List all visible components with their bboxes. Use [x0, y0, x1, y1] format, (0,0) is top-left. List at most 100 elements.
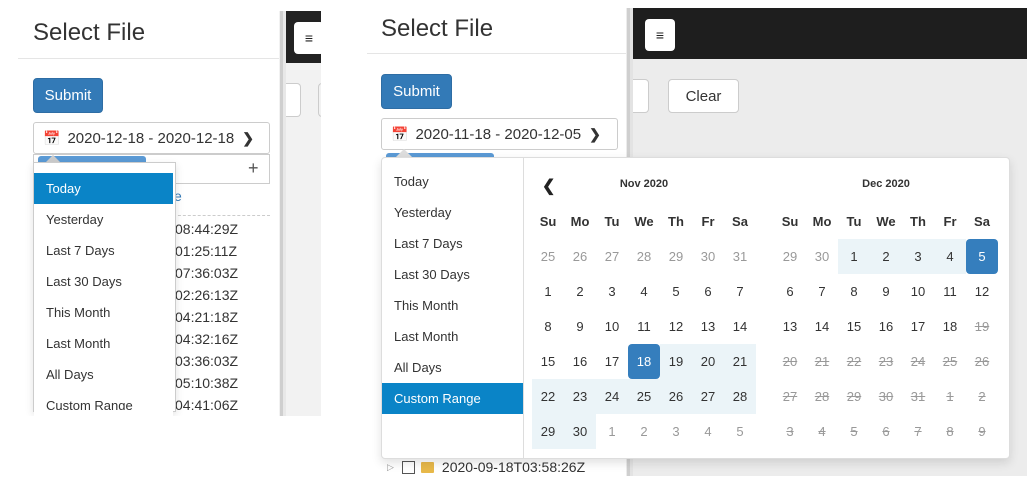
range-item-last-month[interactable]: Last Month: [382, 321, 523, 352]
range-item-last-30-days[interactable]: Last 30 Days: [34, 266, 173, 297]
tree-item-timestamp[interactable]: 04:41:06Z: [175, 397, 238, 413]
plus-icon[interactable]: +: [248, 158, 259, 179]
calendar-day[interactable]: 13: [774, 309, 806, 344]
calendar-day[interactable]: 15: [532, 344, 564, 379]
calendar-day[interactable]: 7: [806, 274, 838, 309]
calendar-day[interactable]: 31: [724, 239, 756, 274]
calendar-day[interactable]: 27: [596, 239, 628, 274]
date-range-picker[interactable]: 📅 2020-11-18 - 2020-12-05 ❯: [381, 118, 618, 150]
calendar-day: 25: [942, 354, 958, 369]
calendar-day[interactable]: 1: [532, 274, 564, 309]
calendar-day[interactable]: 4: [934, 239, 966, 274]
calendar-day[interactable]: 11: [628, 309, 660, 344]
range-item-yesterday[interactable]: Yesterday: [382, 197, 523, 228]
calendar-day[interactable]: 10: [596, 309, 628, 344]
tree-expand-icon[interactable]: ▷: [387, 462, 394, 473]
calendar-day[interactable]: 2: [628, 414, 660, 449]
tree-item-timestamp[interactable]: 02:26:13Z: [175, 287, 238, 303]
calendar-day[interactable]: 3: [660, 414, 692, 449]
calendar-day[interactable]: 16: [564, 344, 596, 379]
range-item-last-7-days[interactable]: Last 7 Days: [382, 228, 523, 259]
calendar-day[interactable]: 20: [692, 344, 724, 379]
tree-item-timestamp[interactable]: 05:10:38Z: [175, 375, 238, 391]
range-item-today[interactable]: Today: [382, 166, 523, 197]
calendar-day[interactable]: 12: [966, 274, 998, 309]
calendar-day[interactable]: 22: [532, 379, 564, 414]
calendar-day[interactable]: 2: [870, 239, 902, 274]
date-range-picker[interactable]: 📅 2020-12-18 - 2020-12-18 ❯: [33, 122, 270, 154]
calendar-day[interactable]: 9: [870, 274, 902, 309]
range-item-today[interactable]: Today: [34, 173, 173, 204]
calendar-day[interactable]: 29: [532, 414, 564, 449]
calendar-day[interactable]: 18: [628, 344, 660, 379]
calendar-day[interactable]: 17: [902, 309, 934, 344]
tree-item-timestamp[interactable]: 04:21:18Z: [175, 309, 238, 325]
calendar-day[interactable]: 26: [660, 379, 692, 414]
checkbox-icon[interactable]: [401, 460, 415, 474]
weekday-header: We: [634, 214, 654, 229]
calendar-day[interactable]: 8: [532, 309, 564, 344]
calendar-day[interactable]: 3: [902, 239, 934, 274]
calendar-day[interactable]: 15: [838, 309, 870, 344]
calendar-day[interactable]: 30: [806, 239, 838, 274]
range-item-custom-range[interactable]: Custom Range: [382, 383, 523, 414]
calendar-day[interactable]: 29: [774, 239, 806, 274]
calendar-day[interactable]: 17: [596, 344, 628, 379]
submit-button[interactable]: Submit: [381, 74, 452, 109]
clear-button[interactable]: Clear: [668, 79, 739, 113]
calendar-day[interactable]: 2: [564, 274, 596, 309]
calendar-day[interactable]: 26: [564, 239, 596, 274]
calendar-day[interactable]: 5: [724, 414, 756, 449]
calendar-day[interactable]: 4: [692, 414, 724, 449]
range-item-last-month[interactable]: Last Month: [34, 328, 173, 359]
calendar-day[interactable]: 18: [934, 309, 966, 344]
calendar-day[interactable]: 30: [564, 414, 596, 449]
calendar-day[interactable]: 7: [724, 274, 756, 309]
calendar-day[interactable]: 4: [628, 274, 660, 309]
calendar-day[interactable]: 14: [724, 309, 756, 344]
range-item-last-7-days[interactable]: Last 7 Days: [34, 235, 173, 266]
calendar-day[interactable]: 14: [806, 309, 838, 344]
calendar-day[interactable]: 1: [838, 239, 870, 274]
calendar-day[interactable]: 13: [692, 309, 724, 344]
range-item-yesterday[interactable]: Yesterday: [34, 204, 173, 235]
calendar-day[interactable]: 8: [838, 274, 870, 309]
tree-item[interactable]: ▷ 2020-09-18T03:58:26Z: [387, 459, 585, 475]
range-item-this-month[interactable]: This Month: [382, 290, 523, 321]
calendar-day[interactable]: 25: [532, 239, 564, 274]
tree-item-timestamp[interactable]: 01:25:11Z: [175, 243, 237, 259]
range-item-this-month[interactable]: This Month: [34, 297, 173, 328]
calendar-day[interactable]: 28: [724, 379, 756, 414]
calendar-icon: 📅: [391, 125, 409, 142]
range-item-all-days[interactable]: All Days: [382, 352, 523, 383]
calendar-day[interactable]: 16: [870, 309, 902, 344]
calendar-day[interactable]: 6: [692, 274, 724, 309]
tree-item-timestamp[interactable]: 04:32:16Z: [175, 331, 238, 347]
calendar-day[interactable]: 3: [596, 274, 628, 309]
calendar-day[interactable]: 9: [564, 309, 596, 344]
range-item-all-days[interactable]: All Days: [34, 359, 173, 390]
tree-item-timestamp[interactable]: 07:36:03Z: [175, 265, 238, 281]
calendar-day[interactable]: 10: [902, 274, 934, 309]
calendar-day[interactable]: 12: [660, 309, 692, 344]
calendar-day[interactable]: 6: [774, 274, 806, 309]
hamburger-menu-icon[interactable]: ≡: [294, 22, 321, 54]
calendar-day[interactable]: 5: [660, 274, 692, 309]
calendar-day[interactable]: 19: [660, 344, 692, 379]
submit-button[interactable]: Submit: [33, 78, 103, 113]
hamburger-menu-icon[interactable]: ≡: [645, 19, 675, 51]
tree-item-timestamp[interactable]: 08:44:29Z: [175, 221, 238, 237]
calendar-day[interactable]: 24: [596, 379, 628, 414]
range-item-last-30-days[interactable]: Last 30 Days: [382, 259, 523, 290]
calendar-day[interactable]: 27: [692, 379, 724, 414]
calendar-day[interactable]: 30: [692, 239, 724, 274]
calendar-day[interactable]: 5: [966, 239, 998, 274]
calendar-day[interactable]: 28: [628, 239, 660, 274]
calendar-day[interactable]: 21: [724, 344, 756, 379]
calendar-day[interactable]: 23: [564, 379, 596, 414]
calendar-day[interactable]: 25: [628, 379, 660, 414]
tree-item-timestamp[interactable]: 03:36:03Z: [175, 353, 238, 369]
calendar-day[interactable]: 29: [660, 239, 692, 274]
calendar-day[interactable]: 11: [934, 274, 966, 309]
calendar-day[interactable]: 1: [596, 414, 628, 449]
